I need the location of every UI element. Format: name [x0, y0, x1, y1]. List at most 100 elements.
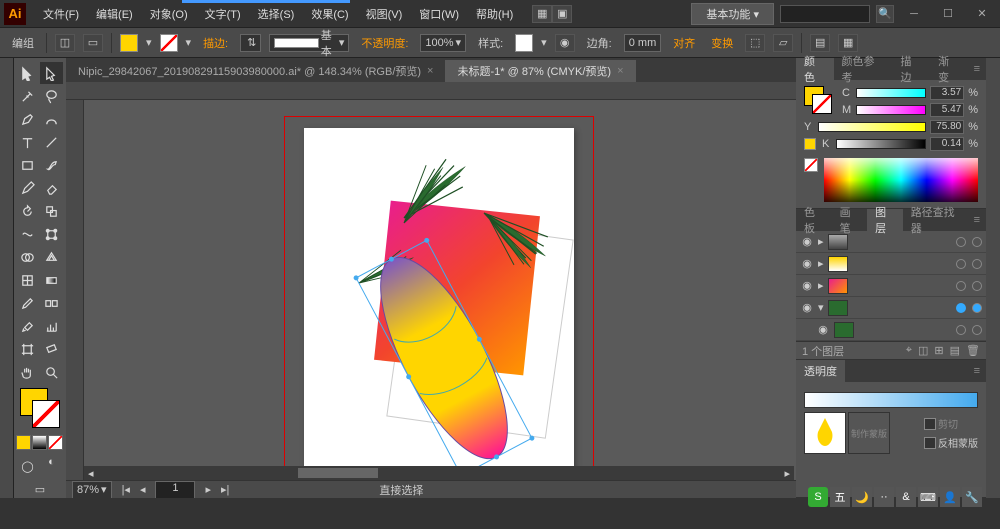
style-dd[interactable]: ▾: [541, 36, 547, 49]
fill-stroke-control[interactable]: [16, 388, 64, 432]
layer-row[interactable]: ◉: [796, 319, 986, 341]
artboard-nav-prev-icon[interactable]: ◂: [140, 483, 146, 496]
transform-link[interactable]: 变换: [707, 33, 737, 53]
ime-mode-1[interactable]: 五: [830, 487, 850, 507]
new-sublayer-icon[interactable]: ⊞: [934, 344, 943, 357]
pen-tool[interactable]: [16, 108, 39, 130]
stroke-label[interactable]: 描边:: [199, 33, 232, 53]
align-link[interactable]: 对齐: [669, 33, 699, 53]
width-tool[interactable]: [16, 223, 39, 245]
locate-icon[interactable]: ⌖: [906, 344, 912, 357]
menu-select[interactable]: 选择(S): [251, 3, 302, 25]
eraser-tool[interactable]: [40, 177, 63, 199]
search-input[interactable]: [780, 5, 870, 23]
panel-menu-icon[interactable]: ≡: [968, 214, 986, 226]
draw-mode-normal[interactable]: ◯: [16, 455, 39, 477]
free-transform-tool[interactable]: [40, 223, 63, 245]
expand-icon[interactable]: ▸: [818, 235, 824, 248]
prefs-icon[interactable]: ▦: [838, 34, 858, 52]
eyedropper-tool[interactable]: [16, 292, 39, 314]
type-tool[interactable]: [16, 131, 39, 153]
stroke-swatch[interactable]: [160, 34, 178, 52]
style-swatch[interactable]: [515, 34, 533, 52]
mesh-tool[interactable]: [16, 269, 39, 291]
scroll-arrow-right-icon[interactable]: ▸: [780, 467, 794, 480]
tab-transparency[interactable]: 透明度: [796, 360, 845, 382]
ime-tool-icon[interactable]: 🔧: [962, 487, 982, 507]
ime-keyboard-icon[interactable]: ⌨: [918, 487, 938, 507]
artboard-number[interactable]: 1: [155, 481, 195, 499]
shape-builder-tool[interactable]: [16, 246, 39, 268]
artboard-nav-first-icon[interactable]: |◂: [122, 483, 130, 496]
tab-stroke-panel[interactable]: 描边: [893, 58, 931, 80]
menu-window[interactable]: 窗口(W): [412, 3, 466, 25]
y-slider[interactable]: [818, 122, 926, 132]
target-icon[interactable]: [956, 259, 966, 269]
graph-tool[interactable]: [40, 315, 63, 337]
scrollbar-horizontal[interactable]: ◂▸: [84, 466, 794, 480]
artboard[interactable]: [304, 128, 574, 480]
invert-mask-checkbox[interactable]: [924, 437, 936, 449]
select-icon[interactable]: [972, 281, 982, 291]
layout-toggle-1-icon[interactable]: ▦: [532, 5, 552, 23]
minimize-button[interactable]: ─: [900, 4, 928, 24]
tab-active-doc[interactable]: 未标题-1* @ 87% (CMYK/预览)×: [445, 60, 635, 82]
select-icon[interactable]: [972, 303, 982, 313]
doc-setup-icon[interactable]: ▤: [810, 34, 830, 52]
select-icon[interactable]: [972, 259, 982, 269]
spot-color-icon[interactable]: [804, 138, 816, 150]
stroke-profile-dd[interactable]: 基本▾: [269, 34, 349, 52]
c-slider[interactable]: [856, 88, 926, 98]
ime-mode-2[interactable]: 🌙: [852, 487, 872, 507]
shape-icon[interactable]: ▱: [773, 34, 793, 52]
new-layer-icon[interactable]: ▤: [950, 344, 960, 357]
menu-file[interactable]: 文件(F): [36, 3, 86, 25]
color-spectrum[interactable]: [824, 158, 978, 202]
menu-help[interactable]: 帮助(H): [469, 3, 520, 25]
k-slider[interactable]: [836, 139, 926, 149]
m-slider[interactable]: [856, 105, 926, 115]
opacity-input[interactable]: 100%▾: [420, 34, 466, 52]
stroke-weight-input[interactable]: ⇅: [240, 34, 261, 52]
corner-input[interactable]: 0 mm: [624, 34, 662, 52]
visibility-icon[interactable]: ◉: [800, 301, 814, 314]
right-col-collapse[interactable]: [986, 58, 1000, 498]
layout-toggle-2-icon[interactable]: ▣: [552, 5, 572, 23]
symbol-sprayer-tool[interactable]: [16, 315, 39, 337]
layer-row[interactable]: ◉▸: [796, 253, 986, 275]
ime-settings-icon[interactable]: 👤: [940, 487, 960, 507]
ime-mode-4[interactable]: &: [896, 487, 916, 507]
tab-gradient-panel[interactable]: 渐变: [930, 58, 968, 80]
menu-effect[interactable]: 效果(C): [304, 3, 355, 25]
artboard-nav-last-icon[interactable]: ▸|: [221, 483, 229, 496]
paintbrush-tool[interactable]: [40, 154, 63, 176]
magic-wand-tool[interactable]: [16, 85, 39, 107]
bounding-box-icon[interactable]: ◫: [55, 34, 75, 52]
menu-view[interactable]: 视图(V): [359, 3, 410, 25]
panel-menu-icon[interactable]: ≡: [968, 63, 986, 75]
close-button[interactable]: ✕: [968, 4, 996, 24]
perspective-tool[interactable]: [40, 246, 63, 268]
panel-menu-icon[interactable]: ≡: [968, 365, 986, 377]
menu-type[interactable]: 文字(T): [198, 3, 248, 25]
target-icon[interactable]: [956, 303, 966, 313]
artwork[interactable]: [304, 128, 574, 480]
menu-edit[interactable]: 编辑(E): [89, 3, 140, 25]
tab-layers[interactable]: 图层: [867, 209, 903, 231]
fill-swatch[interactable]: [120, 34, 138, 52]
stroke-dd[interactable]: ▾: [186, 36, 192, 49]
direct-selection-tool[interactable]: [40, 62, 63, 84]
layer-row[interactable]: ◉▾: [796, 297, 986, 319]
y-value[interactable]: 75.80: [930, 120, 964, 134]
tab-brushes[interactable]: 画笔: [832, 209, 868, 231]
m-value[interactable]: 5.47: [930, 103, 964, 117]
target-icon[interactable]: [956, 281, 966, 291]
zoom-tool[interactable]: [40, 361, 63, 383]
select-icon[interactable]: [972, 237, 982, 247]
rotate-tool[interactable]: [16, 200, 39, 222]
tab-background-doc[interactable]: Nipic_29842067_20190829115903980000.ai* …: [66, 60, 445, 82]
pencil-tool[interactable]: [16, 177, 39, 199]
close-tab-icon[interactable]: ×: [427, 65, 433, 77]
menu-object[interactable]: 对象(O): [143, 3, 195, 25]
color-mode-gradient[interactable]: [32, 435, 47, 450]
